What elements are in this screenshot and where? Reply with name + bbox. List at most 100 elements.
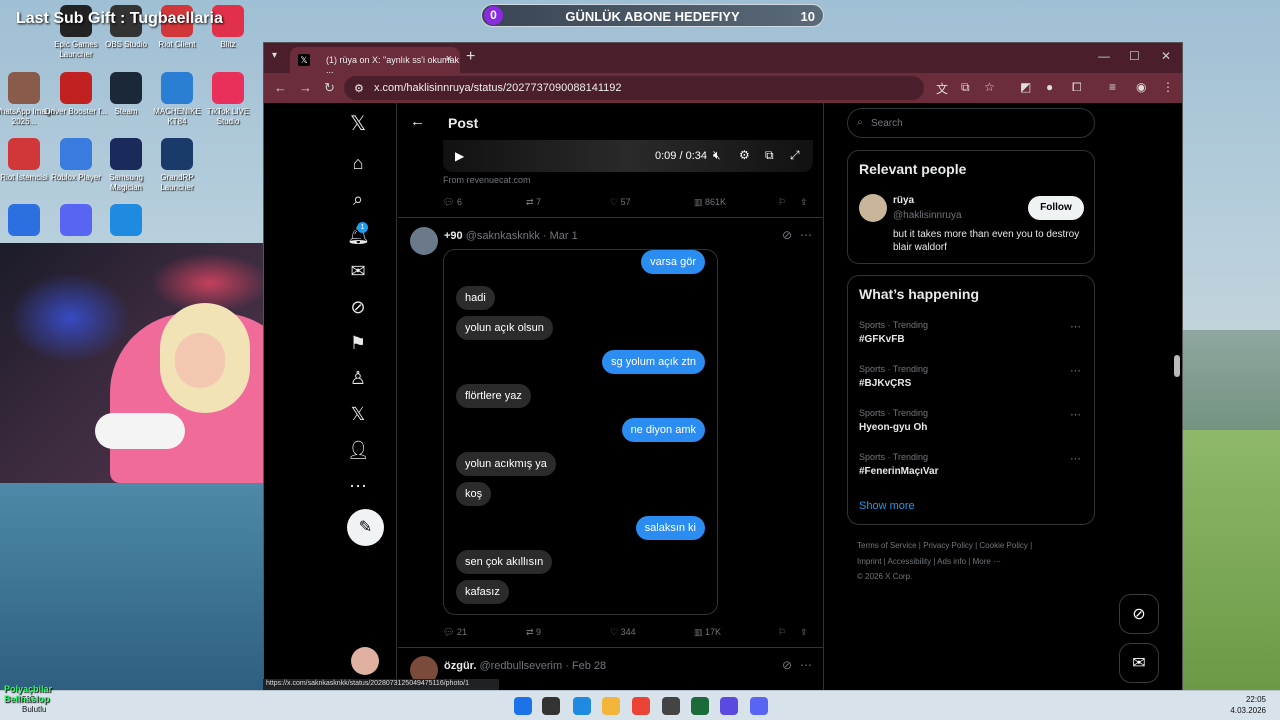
views-button[interactable]: ▥ 861K xyxy=(694,197,726,208)
app-icon[interactable] xyxy=(691,697,709,715)
jobs-icon[interactable]: ♙ xyxy=(347,367,369,389)
edge-icon[interactable] xyxy=(573,697,591,715)
task-view-icon[interactable] xyxy=(542,697,560,715)
grok-explain-icon[interactable]: ⊘ xyxy=(782,658,792,672)
chat-bubble-outgoing: varsa gör xyxy=(641,250,705,274)
subscriber-goal-bar: 0 GÜNLÜK ABONE HEDEFIYY 10 xyxy=(481,4,824,27)
site-info-icon[interactable]: ⚙ xyxy=(354,82,364,95)
scrollbar-thumb[interactable] xyxy=(1174,355,1180,377)
tweet-author[interactable]: +90 @saknkasknkk · Mar 1 xyxy=(444,230,578,242)
share-icon[interactable]: ⇪ xyxy=(800,197,808,208)
home-icon[interactable]: ⌂ xyxy=(347,152,369,174)
install-icon[interactable]: ⧉ xyxy=(961,80,970,95)
person-name[interactable]: rüya xyxy=(893,195,914,206)
desktop-icon[interactable]: GrandRP Launcher xyxy=(145,138,209,193)
back-icon[interactable]: ← xyxy=(274,80,287,95)
views-button[interactable]: ▥ 17K xyxy=(694,627,721,638)
search-input[interactable]: ⌕ Search xyxy=(847,108,1095,138)
streamer-arm xyxy=(95,413,185,449)
messages-fab-icon[interactable]: ✉ xyxy=(1119,643,1159,683)
trend-more-icon[interactable]: ⋯ xyxy=(1070,364,1081,377)
like-button[interactable]: ♡ 344 xyxy=(610,627,636,638)
trend-item[interactable]: Sports · Trending #GFKvFB ⋯ xyxy=(859,320,1089,345)
app-icon-2[interactable] xyxy=(720,697,738,715)
new-tab-button[interactable]: + xyxy=(466,48,475,66)
menu-icon[interactable]: ⋮ xyxy=(1162,80,1174,94)
reload-icon[interactable]: ↻ xyxy=(324,80,335,96)
settings-gear-icon[interactable]: ⚙ xyxy=(739,148,750,162)
post-column: ← Post ▶ 0:09 / 0:34 🔇︎ ⚙ ⧉ ⤢ From reven… xyxy=(398,103,824,690)
compose-post-button[interactable]: ✎ xyxy=(347,509,384,546)
premium-x-icon[interactable]: 𝕏 xyxy=(347,403,369,425)
tweet-avatar[interactable] xyxy=(410,227,438,255)
reading-list-icon[interactable]: ≡ xyxy=(1109,80,1116,94)
more-options-icon[interactable]: ⋯ xyxy=(800,658,812,672)
maximize-icon[interactable]: ☐ xyxy=(1129,49,1140,63)
extension-icon-2[interactable]: ● xyxy=(1046,80,1053,94)
tab-active[interactable]: 𝕏 (1) rüya on X: "aynlık ss'i okumak ...… xyxy=(290,47,460,75)
extensions-puzzle-icon[interactable]: ⧠ xyxy=(1072,80,1082,95)
author-handle: @redbullseverim · Feb 28 xyxy=(479,660,607,672)
explore-search-icon[interactable]: ⌕ xyxy=(347,188,369,210)
minimize-icon[interactable]: — xyxy=(1098,49,1110,63)
trend-more-icon[interactable]: ⋯ xyxy=(1070,452,1081,465)
url-field[interactable]: ⚙ x.com/haklisinnruya/status/20277370900… xyxy=(344,76,924,100)
bookmarks-icon[interactable]: ⚑ xyxy=(347,332,369,354)
more-options-icon[interactable]: ⋯ xyxy=(800,228,812,242)
avatar[interactable] xyxy=(859,194,887,222)
tweet-author[interactable]: özgür. @redbullseverim · Feb 28 xyxy=(444,660,606,672)
forward-icon[interactable]: → xyxy=(299,80,312,95)
grok-explain-icon[interactable]: ⊘ xyxy=(782,228,792,242)
reply-button[interactable]: 💬︎ 6 xyxy=(443,197,462,208)
fullscreen-icon[interactable]: ⤢ xyxy=(790,148,800,163)
x-logo-icon[interactable]: 𝕏 xyxy=(347,113,369,135)
mute-icon[interactable]: 🔇︎ xyxy=(713,148,721,163)
discord-icon[interactable] xyxy=(750,697,768,715)
translate-icon[interactable]: 文 xyxy=(936,80,948,97)
bookmark-star-icon[interactable]: ☆ xyxy=(984,80,995,94)
more-circle-icon[interactable]: ⋯ xyxy=(347,475,369,497)
desktop-icon[interactable]: TikTok LIVE Studio xyxy=(196,72,260,127)
obs-icon[interactable] xyxy=(662,697,680,715)
footer-links-2[interactable]: Imprint | Accessibility | Ads info | Mor… xyxy=(857,557,1001,566)
share-icon[interactable]: ⇪ xyxy=(800,627,808,638)
bookmark-icon[interactable]: ⚐ xyxy=(778,627,786,638)
chat-bubble-outgoing: sg yolum açık ztn xyxy=(602,350,705,374)
trend-item[interactable]: Sports · Trending #BJKvÇRS ⋯ xyxy=(859,364,1089,389)
grok-icon[interactable]: ⊘ xyxy=(347,296,369,318)
show-more-link[interactable]: Show more xyxy=(859,500,915,512)
system-clock[interactable]: 22:05 4.03.2026 xyxy=(1230,694,1266,716)
stream-chat-overlay: Polyaçbilar Bellnaslop xyxy=(4,684,52,704)
pip-icon[interactable]: ⧉ xyxy=(765,148,774,163)
start-windows-icon[interactable] xyxy=(514,697,532,715)
repost-button[interactable]: ⇄ 9 xyxy=(526,627,541,638)
chrome-icon[interactable] xyxy=(632,697,650,715)
desktop-icon[interactable] xyxy=(94,204,158,239)
account-avatar[interactable] xyxy=(351,647,379,675)
trend-more-icon[interactable]: ⋯ xyxy=(1070,408,1081,421)
video-player[interactable]: ▶ 0:09 / 0:34 🔇︎ ⚙ ⧉ ⤢ xyxy=(443,140,813,172)
back-arrow-icon[interactable]: ← xyxy=(410,113,425,130)
post-header: ← Post xyxy=(398,103,824,143)
repost-button[interactable]: ⇄ 7 xyxy=(526,197,541,208)
app-icon xyxy=(110,138,142,170)
follow-button[interactable]: Follow xyxy=(1028,196,1084,220)
messages-icon[interactable]: ✉ xyxy=(347,260,369,282)
grok-fab-icon[interactable]: ⊘ xyxy=(1119,594,1159,634)
tab-list-icon[interactable]: ▾ xyxy=(272,50,277,61)
trend-item[interactable]: Sports · Trending #FenerinMaçıVar ⋯ xyxy=(859,452,1089,477)
play-icon[interactable]: ▶ xyxy=(455,149,464,163)
profile-icon[interactable]: ◉ xyxy=(1136,80,1146,94)
like-button[interactable]: ♡ 57 xyxy=(610,197,631,208)
extension-icon[interactable]: ◩ xyxy=(1020,80,1031,94)
trend-more-icon[interactable]: ⋯ xyxy=(1070,320,1081,333)
reply-button[interactable]: 💬︎ 21 xyxy=(443,627,467,638)
profile-nav-icon[interactable]: 👤︎ xyxy=(347,439,370,461)
close-window-icon[interactable]: ✕ xyxy=(1161,49,1171,63)
close-tab-icon[interactable]: × xyxy=(446,53,452,65)
chat-screenshot-image[interactable]: varsa gör hadi yolun açık olsun sg yolum aç… xyxy=(443,249,718,615)
bookmark-icon[interactable]: ⚐ xyxy=(778,197,786,208)
file-explorer-icon[interactable] xyxy=(602,697,620,715)
trend-item[interactable]: Sports · Trending Hyeon-gyu Oh ⋯ xyxy=(859,408,1089,433)
footer-links[interactable]: Terms of Service | Privacy Policy | Cook… xyxy=(857,541,1032,550)
